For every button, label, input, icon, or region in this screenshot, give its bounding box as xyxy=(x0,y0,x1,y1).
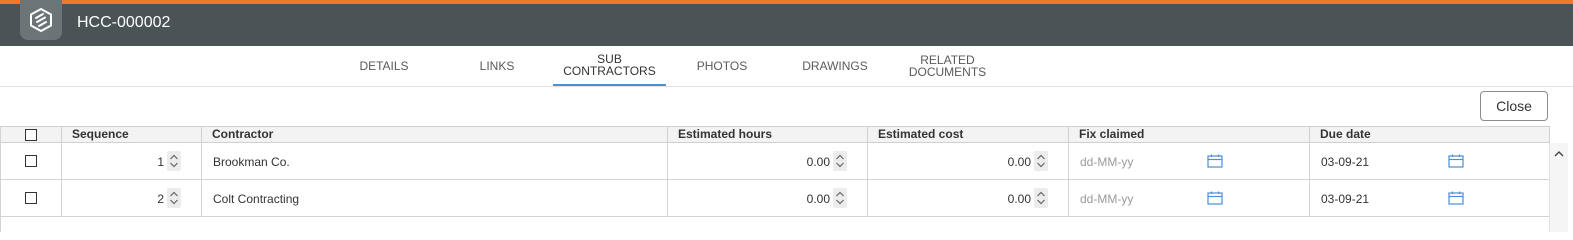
sequence-stepper-icon[interactable] xyxy=(167,151,181,171)
estimated-cost-cell[interactable]: 0.00 xyxy=(868,143,1069,180)
sequence-stepper-icon[interactable] xyxy=(167,188,181,208)
sequence-value: 2 xyxy=(157,192,164,206)
tab-label-line2: CONTRACTORS xyxy=(563,64,656,78)
sub-contractors-grid: Sequence Contractor Estimated hours Esti… xyxy=(0,126,1568,232)
vertical-scrollbar[interactable] xyxy=(1549,143,1568,232)
tab-links[interactable]: LINKS xyxy=(457,46,537,86)
due-date-value: 03-09-21 xyxy=(1321,155,1370,169)
column-header-sequence[interactable]: Sequence xyxy=(62,126,202,143)
due-date-cell[interactable]: 03-09-21 xyxy=(1310,143,1550,180)
tab-photos[interactable]: PHOTOS xyxy=(682,46,762,86)
sequence-cell[interactable]: 2 xyxy=(62,180,202,217)
close-button[interactable]: Close xyxy=(1480,91,1548,121)
scroll-up-icon[interactable] xyxy=(1553,146,1565,164)
contractor-cell[interactable]: Colt Contracting xyxy=(202,180,668,217)
tab-related-documents[interactable]: RELATED DOCUMENTS xyxy=(900,46,995,86)
cost-stepper-icon[interactable] xyxy=(1034,188,1048,208)
estimated-hours-cell[interactable]: 0.00 xyxy=(668,180,868,217)
select-all-header xyxy=(1,126,62,143)
row-checkbox[interactable] xyxy=(25,192,37,204)
tab-details[interactable]: DETAILS xyxy=(344,46,424,86)
app-logo-icon[interactable] xyxy=(20,0,62,40)
contractor-value: Brookman Co. xyxy=(213,155,290,169)
tab-label-line2: DOCUMENTS xyxy=(908,65,987,79)
column-header-contractor[interactable]: Contractor xyxy=(202,126,668,143)
column-header-due-date[interactable]: Due date xyxy=(1310,126,1550,143)
contractor-cell[interactable]: Brookman Co. xyxy=(202,143,668,180)
hours-stepper-icon[interactable] xyxy=(833,151,847,171)
tab-label: DRAWINGS xyxy=(802,59,868,73)
calendar-icon[interactable] xyxy=(1207,191,1223,208)
select-all-checkbox[interactable] xyxy=(25,128,37,141)
fix-claimed-placeholder: dd-MM-yy xyxy=(1080,155,1134,169)
column-header-estimated-hours[interactable]: Estimated hours xyxy=(668,126,868,143)
estimated-cost-cell[interactable]: 0.00 xyxy=(868,180,1069,217)
estimated-cost-value: 0.00 xyxy=(1007,192,1031,206)
tab-drawings[interactable]: DRAWINGS xyxy=(795,46,875,86)
due-date-cell[interactable]: 03-09-21 xyxy=(1310,180,1550,217)
tab-label: DETAILS xyxy=(359,59,409,73)
calendar-icon[interactable] xyxy=(1448,191,1464,208)
row-checkbox[interactable] xyxy=(25,155,37,167)
estimated-hours-cell[interactable]: 0.00 xyxy=(668,143,868,180)
column-header-estimated-cost[interactable]: Estimated cost xyxy=(868,126,1069,143)
record-title: HCC-000002 xyxy=(77,14,171,31)
tab-label: PHOTOS xyxy=(696,59,748,73)
contractor-value: Colt Contracting xyxy=(213,192,300,206)
calendar-icon[interactable] xyxy=(1448,154,1464,171)
table-row xyxy=(1,143,62,180)
due-date-value: 03-09-21 xyxy=(1321,192,1370,206)
fix-claimed-placeholder: dd-MM-yy xyxy=(1080,192,1134,206)
estimated-hours-value: 0.00 xyxy=(806,155,830,169)
cost-stepper-icon[interactable] xyxy=(1034,151,1048,171)
fix-claimed-cell[interactable]: dd-MM-yy xyxy=(1069,180,1310,217)
top-bar: HCC-000002 xyxy=(0,0,1573,46)
sequence-cell[interactable]: 1 xyxy=(62,143,202,180)
tab-label: LINKS xyxy=(479,59,515,73)
estimated-hours-value: 0.00 xyxy=(806,192,830,206)
fix-claimed-cell[interactable]: dd-MM-yy xyxy=(1069,143,1310,180)
estimated-cost-value: 0.00 xyxy=(1007,155,1031,169)
calendar-icon[interactable] xyxy=(1207,154,1223,171)
column-header-fix-claimed[interactable]: Fix claimed xyxy=(1069,126,1310,143)
hours-stepper-icon[interactable] xyxy=(833,188,847,208)
tab-bar: DETAILS LINKS SUB CONTRACTORS PHOTOS DRA… xyxy=(0,46,1573,87)
table-row xyxy=(1,180,62,217)
sequence-value: 1 xyxy=(157,155,164,169)
tab-sub-contractors[interactable]: SUB CONTRACTORS xyxy=(553,46,666,86)
